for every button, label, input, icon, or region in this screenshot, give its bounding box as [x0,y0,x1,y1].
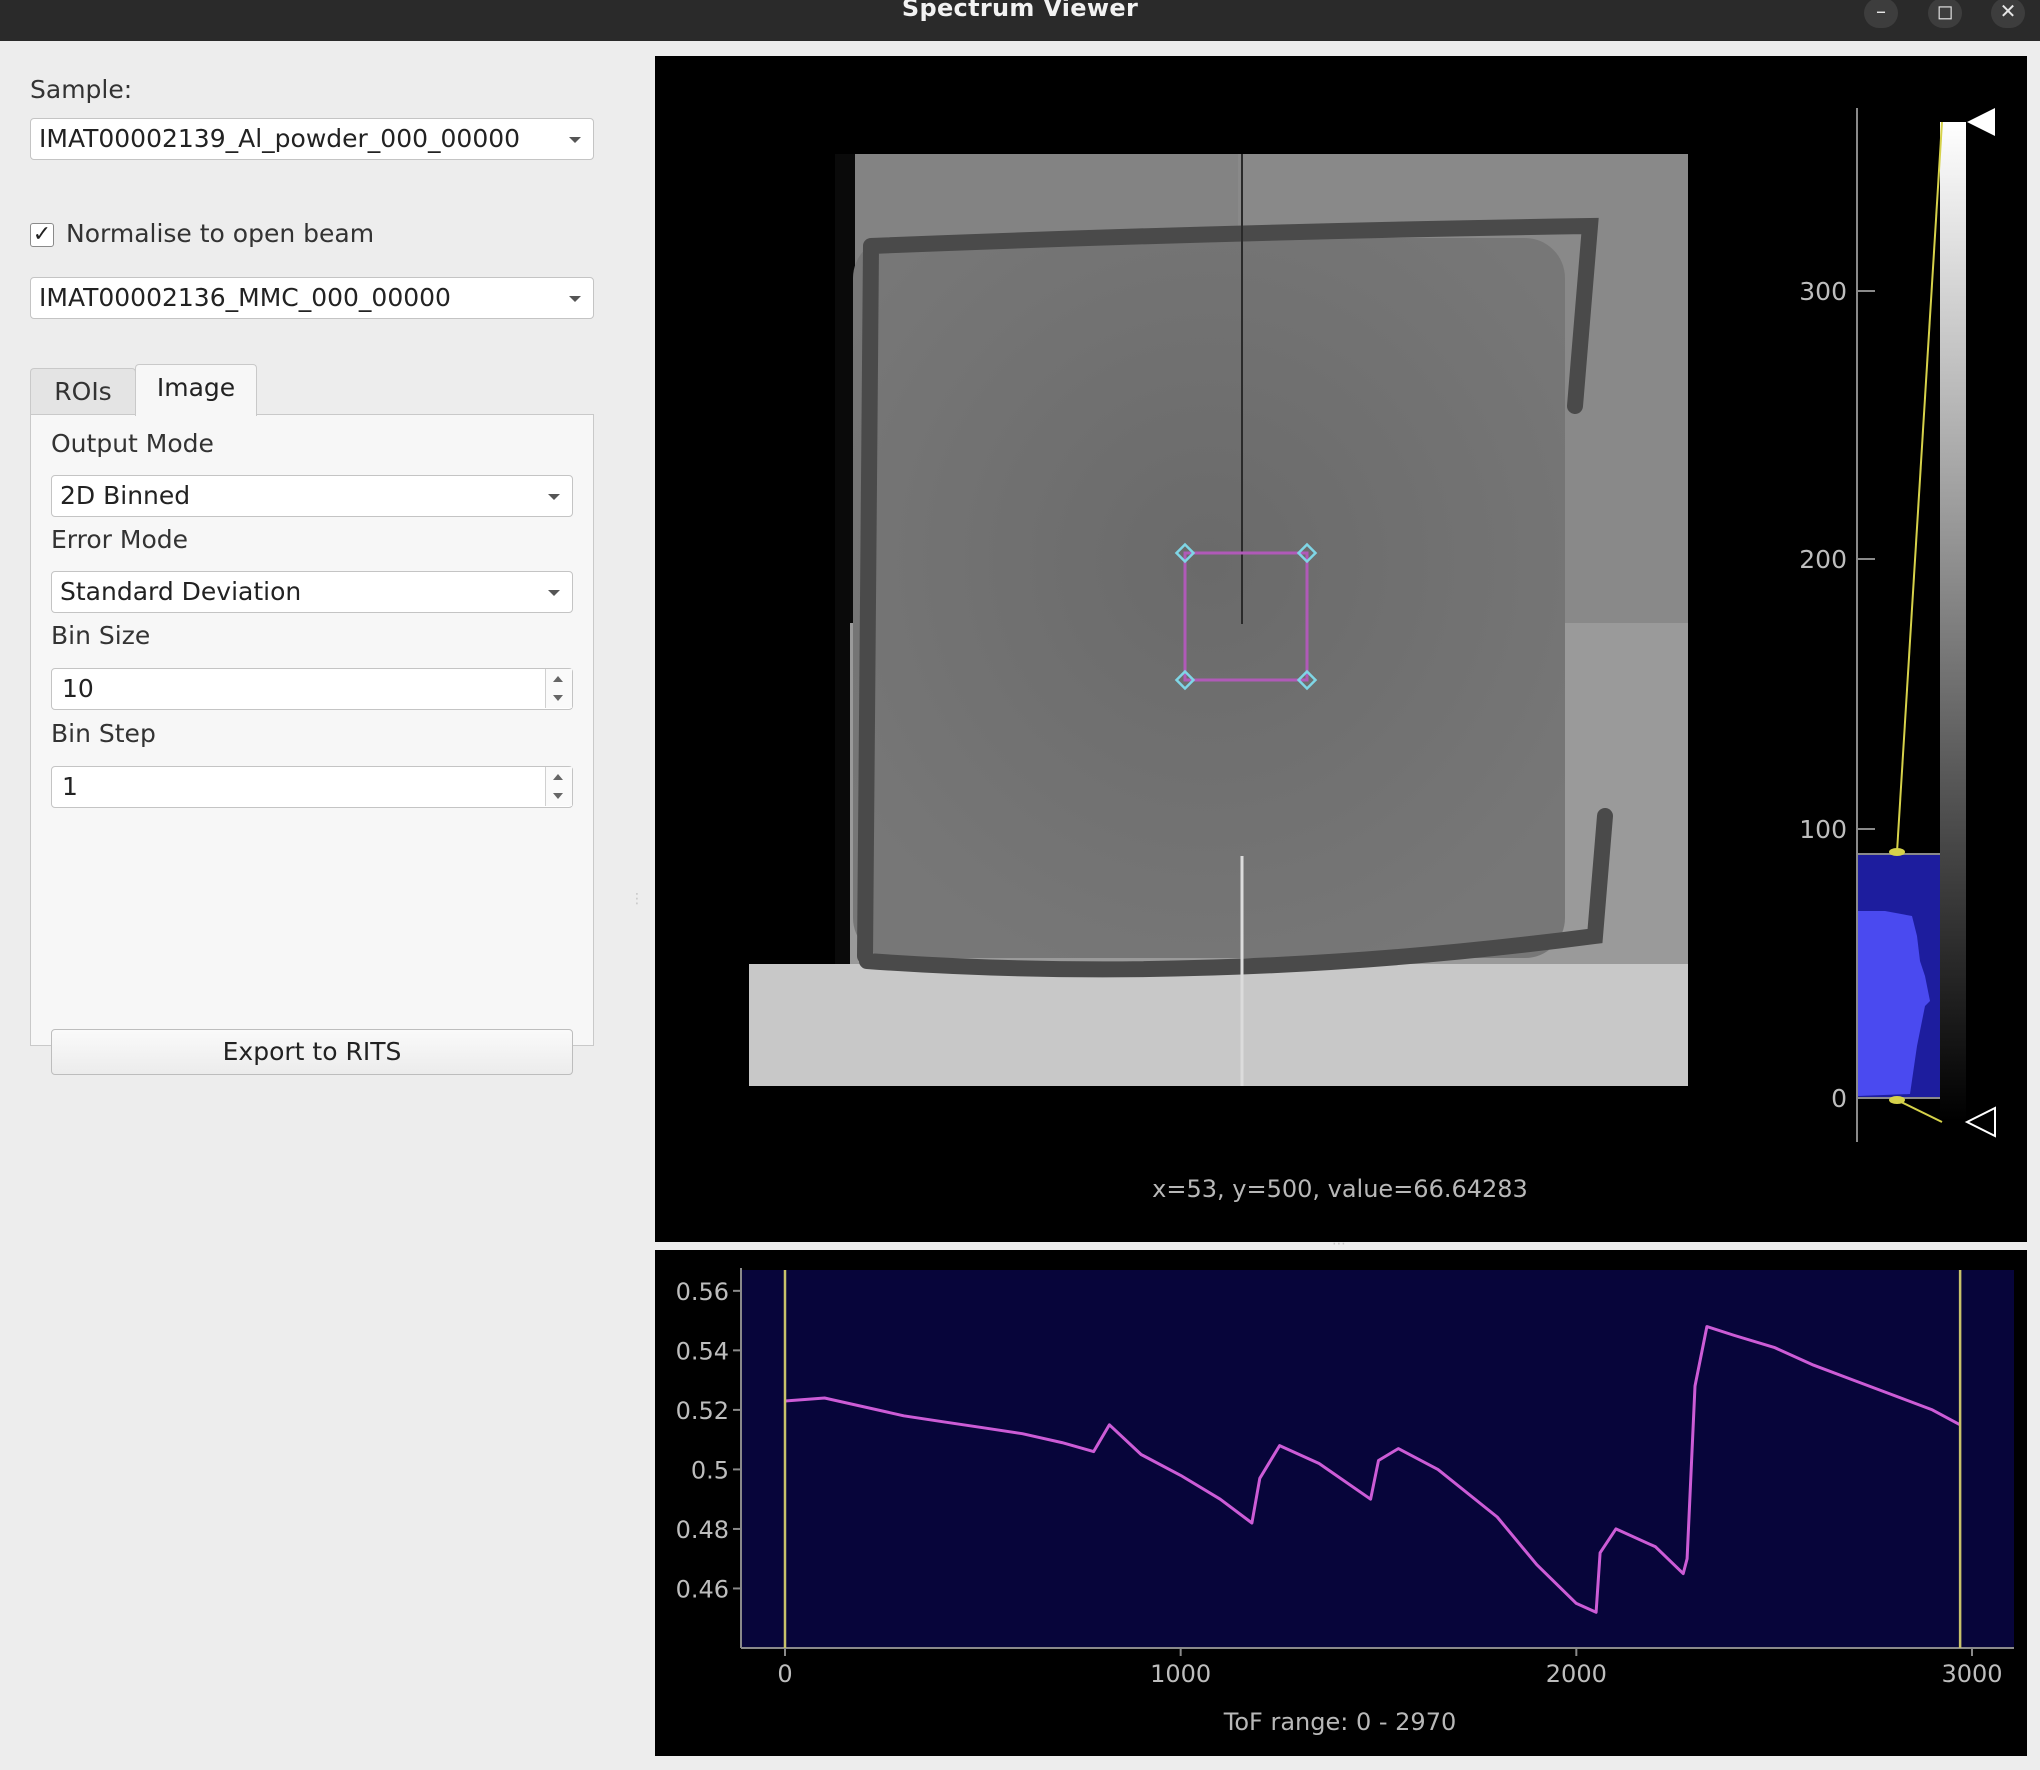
lut-max-triangle[interactable] [1967,108,1995,136]
sample-label: Sample: [30,75,133,104]
title-bar: Spectrum Viewer – ◻ ✕ [0,0,2040,41]
sample-combo[interactable]: IMAT00002139_Al_powder_000_00000 [30,118,594,160]
level-min-handle[interactable] [1889,1096,1905,1104]
histogram-tick-label: 100 [1799,815,1847,844]
error-mode-label: Error Mode [51,525,188,554]
chevron-down-icon [553,695,563,701]
tof-range-text: ToF range: 0 - 2970 [1223,1708,1456,1736]
x-tick-label: 1000 [1150,1660,1211,1688]
image-tab-panel: Output Mode 2D Binned Error Mode Standar… [30,414,594,1075]
tab-rois[interactable]: ROIs [30,368,136,416]
chevron-down-icon [553,793,563,799]
x-tick-label: 3000 [1941,1660,2002,1688]
cursor-status-text: x=53, y=500, value=66.64283 [1152,1175,1528,1203]
close-button[interactable]: ✕ [1991,0,2025,28]
bin-step-value: 1 [62,772,78,801]
normalise-label: Normalise to open beam [66,219,375,248]
x-tick-label: 0 [777,1660,792,1688]
error-mode-value: Standard Deviation [60,577,302,606]
y-tick-label: 0.46 [676,1575,729,1603]
y-tick-label: 0.48 [676,1516,729,1544]
bin-step-label: Bin Step [51,719,156,748]
tab-image[interactable]: Image [135,364,257,416]
bin-size-value: 10 [62,674,94,703]
normalise-checkbox[interactable]: ✓ [30,223,54,247]
bin-step-stepper[interactable] [545,767,572,806]
bin-size-stepper[interactable] [545,669,572,708]
lookup-table-gradient[interactable] [1940,122,1966,1122]
export-to-rits-button[interactable]: Export to RITS [51,1029,573,1075]
sample-combo-value: IMAT00002139_Al_powder_000_00000 [39,124,521,153]
bin-size-label: Bin Size [51,621,151,650]
output-mode-combo[interactable]: 2D Binned [51,475,573,517]
histogram-tick-label: 300 [1799,277,1847,306]
maximize-button[interactable]: ◻ [1928,0,1962,28]
y-tick-label: 0.52 [676,1397,729,1425]
chevron-up-icon [553,774,563,780]
detector-image-bottom-band [749,964,1688,1086]
chevron-down-icon [569,296,581,302]
chevron-up-icon [553,676,563,682]
chevron-down-icon [548,590,560,596]
y-tick-label: 0.5 [691,1456,729,1484]
output-mode-label: Output Mode [51,429,214,458]
output-mode-value: 2D Binned [60,481,191,510]
error-mode-combo[interactable]: Standard Deviation [51,571,573,613]
y-ticks: 0.56 0.54 0.52 0.5 0.48 0.46 [676,1278,741,1603]
histogram-tick-label: 0 [1831,1084,1847,1113]
level-min-line [1896,1099,1943,1123]
bin-step-spinbox[interactable]: 1 [51,766,573,808]
minimize-button[interactable]: – [1864,0,1898,28]
lut-min-triangle[interactable] [1964,1106,1996,1138]
y-tick-label: 0.54 [676,1337,729,1365]
image-view[interactable]: 300 200 100 0 x=53, y=500, value=66.6428… [655,56,2027,1242]
chevron-down-icon [569,137,581,143]
window-title: Spectrum Viewer [901,0,1139,22]
x-tick-label: 2000 [1546,1660,1607,1688]
open-beam-combo-value: IMAT00002136_MMC_000_00000 [39,283,451,312]
plot-area[interactable] [741,1270,2014,1648]
sample-region [853,238,1565,958]
open-beam-combo[interactable]: IMAT00002136_MMC_000_00000 [30,277,594,319]
y-tick-label: 0.56 [676,1278,729,1306]
level-max-handle[interactable] [1889,848,1905,856]
splitter-handle[interactable]: ⋮ [630,891,644,907]
chevron-down-icon [548,494,560,500]
bin-size-spinbox[interactable]: 10 [51,668,573,710]
histogram-tick-label: 200 [1799,545,1847,574]
level-max-line [1896,121,1943,853]
control-panel: Sample: IMAT00002139_Al_powder_000_00000… [0,41,650,1770]
spectrum-plot[interactable]: 0.56 0.54 0.52 0.5 0.48 0.46 0 1000 2000 3000 To… [655,1250,2027,1756]
x-ticks: 0 1000 2000 3000 [777,1648,2003,1688]
